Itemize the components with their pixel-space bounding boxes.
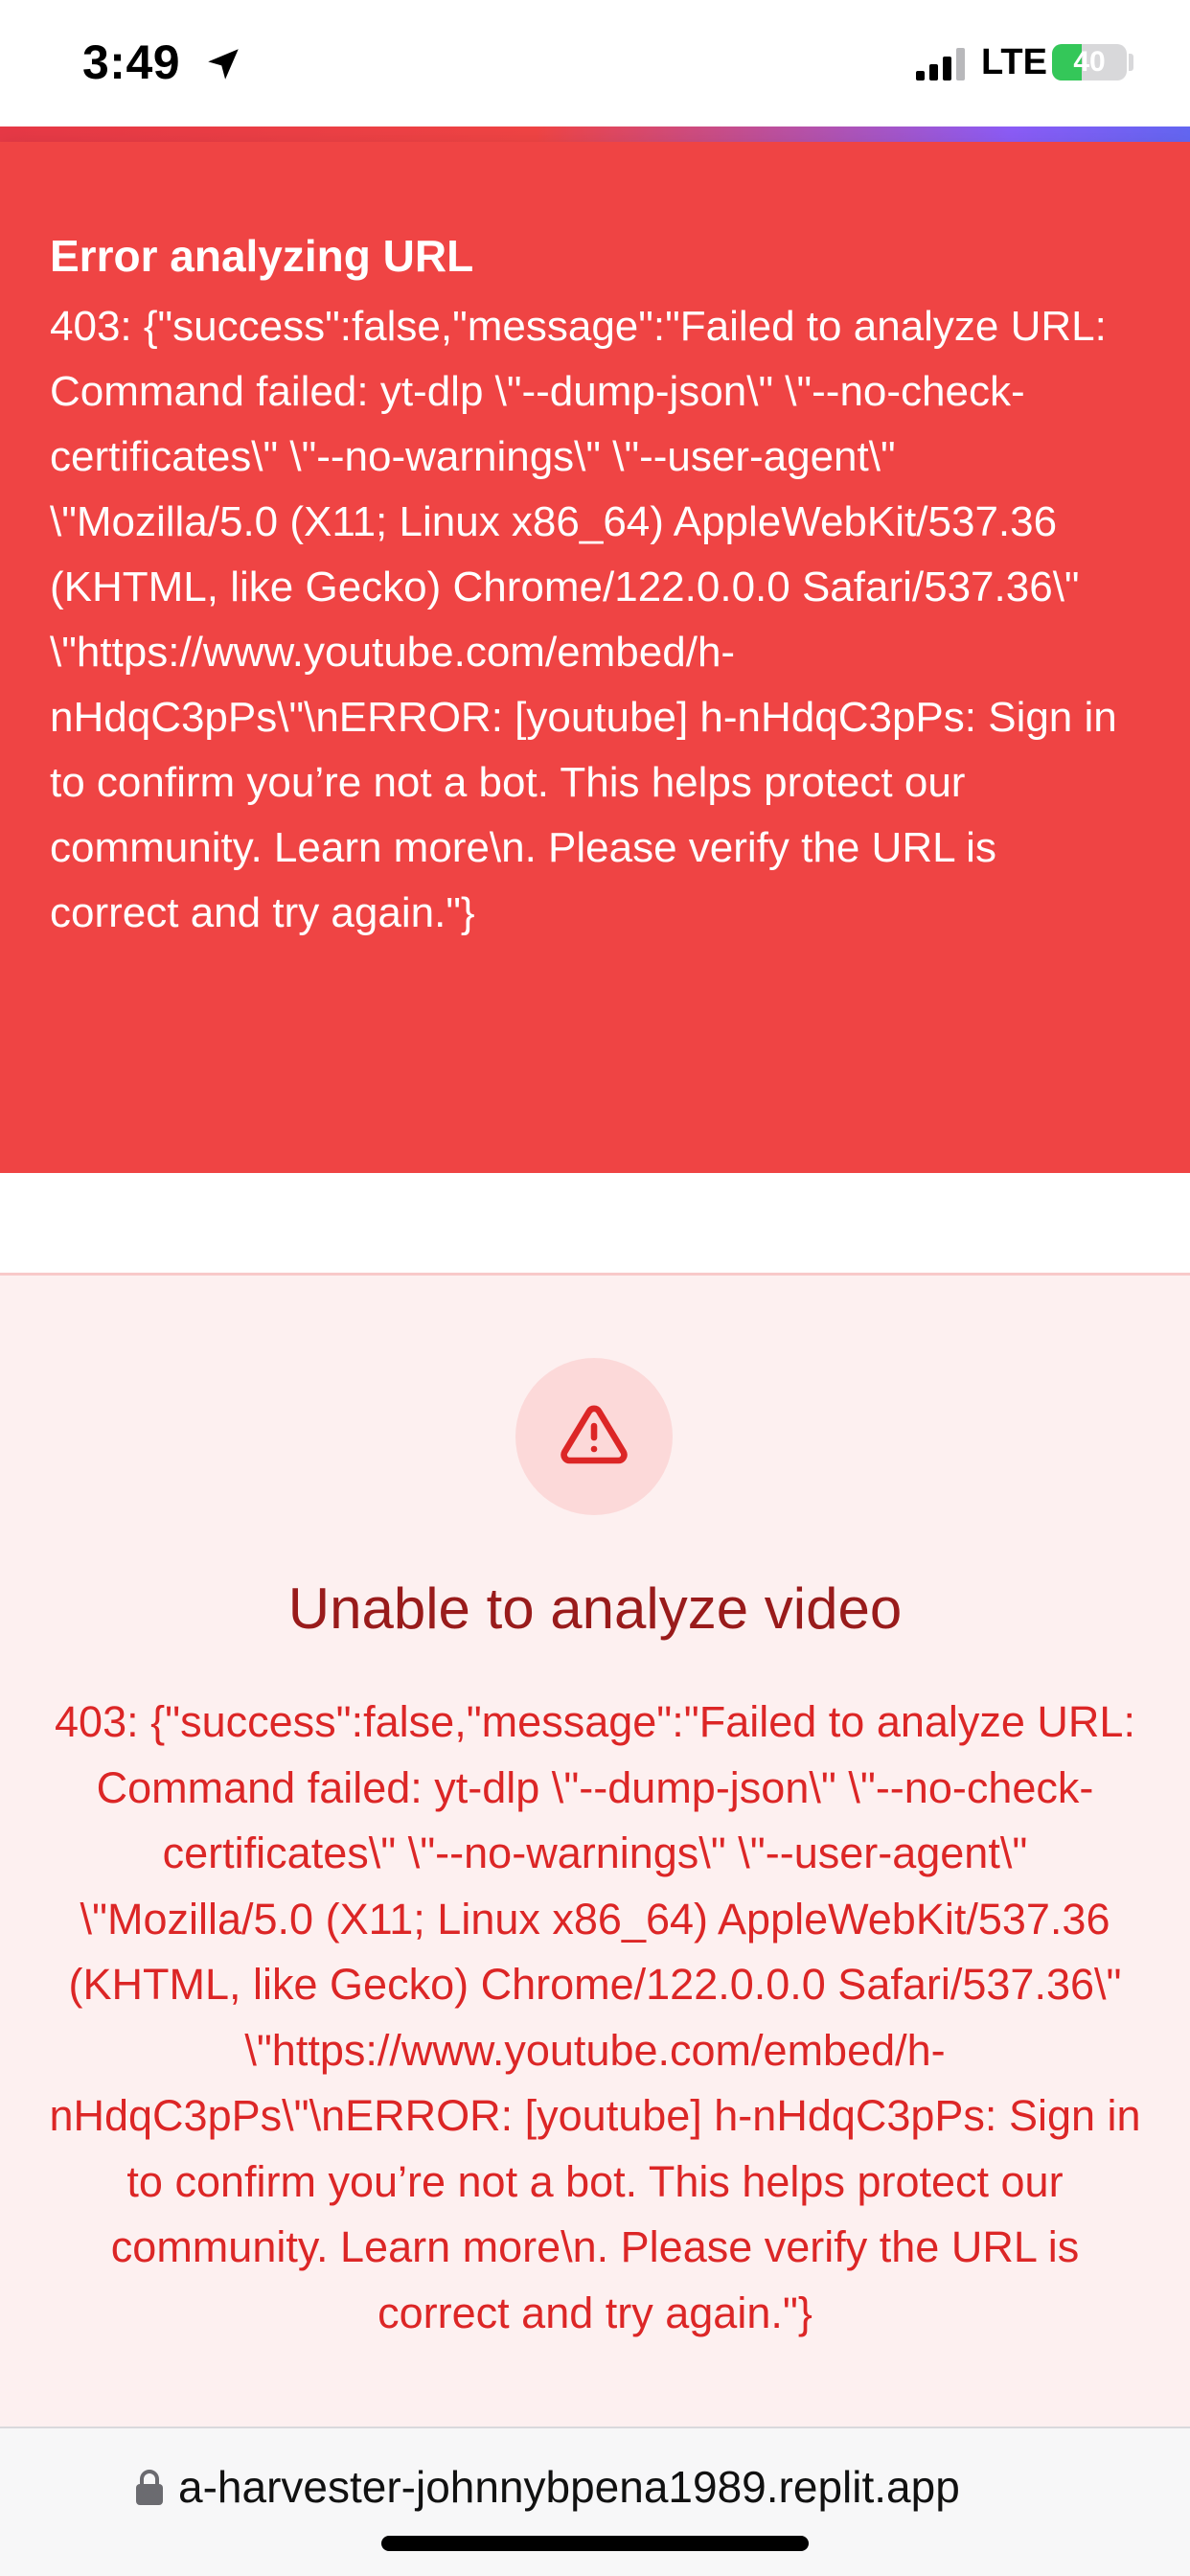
home-indicator[interactable] <box>381 2536 809 2551</box>
status-bar: 3:49 LTE 40 <box>0 0 1190 126</box>
battery-percent-label: 40 <box>1073 46 1106 78</box>
alert-icon-badge <box>515 1358 673 1515</box>
alert-triangle-icon <box>561 1405 628 1464</box>
cellular-signal-icon <box>916 48 965 80</box>
error-card-message: 403: {"success":false,"message":"Failed … <box>49 1697 1141 2337</box>
error-card-title: Unable to analyze video <box>287 1576 903 1641</box>
battery-cap <box>1129 54 1133 71</box>
error-card: Unable to analyze video 403: {"success":… <box>0 1273 1190 2426</box>
lock-icon <box>136 2470 163 2505</box>
battery-icon: 40 <box>1052 44 1127 80</box>
location-arrow-icon <box>208 49 239 80</box>
browser-url-bar[interactable]: a-harvester-johnnybpena1989.replit.app <box>0 2426 1190 2576</box>
toast-title: Error analyzing URL <box>50 231 474 281</box>
page-spacer <box>0 1173 1190 1273</box>
top-gradient-strip <box>0 126 1190 142</box>
error-toast[interactable]: Error analyzing URL 403: {"success":fals… <box>0 142 1190 1173</box>
browser-url-text[interactable]: a-harvester-johnnybpena1989.replit.app <box>178 2461 960 2513</box>
status-time: 3:49 <box>82 35 181 89</box>
toast-message: 403: {"success":false,"message":"Failed … <box>50 303 1117 937</box>
network-type-label: LTE <box>981 42 1047 82</box>
